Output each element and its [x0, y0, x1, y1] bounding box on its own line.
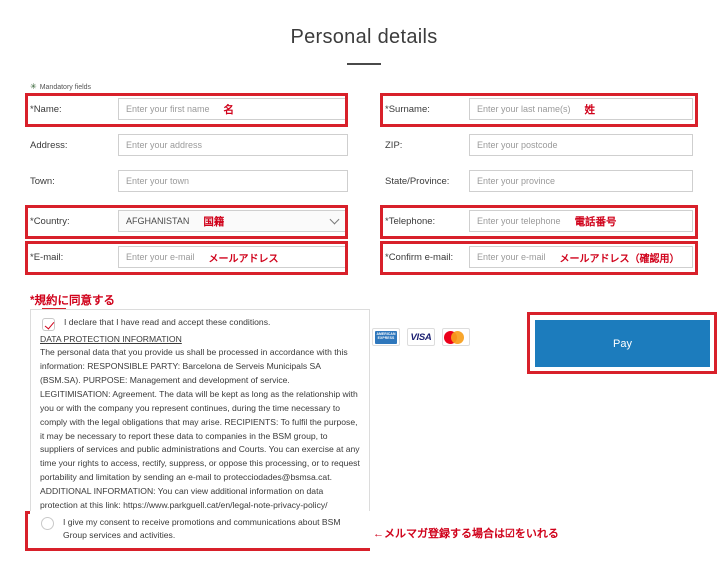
input-confirm-email[interactable]: Enter your e-mail メールアドレス（確認用） — [469, 246, 693, 268]
data-protection-body: The personal data that you provide us sh… — [40, 347, 360, 511]
mastercard-yellow-circle — [451, 331, 464, 344]
amex-card-icon: AMERICAN EXPRESS — [372, 328, 400, 346]
label-surname: *Surname: — [385, 103, 430, 115]
input-email[interactable]: Enter your e-mail メールアドレス — [118, 246, 348, 268]
page-title: Personal details — [290, 26, 438, 48]
field-row-address: Address: Enter your address — [30, 132, 348, 158]
field-row-zip: ZIP: Enter your postcode — [385, 132, 693, 158]
annotation-name: 名 — [223, 103, 235, 116]
title-divider — [347, 63, 381, 65]
field-row-town: Town: Enter your town — [30, 168, 348, 194]
pay-button[interactable]: Pay — [535, 320, 710, 367]
input-confirm-email-placeholder: Enter your e-mail — [477, 252, 546, 262]
mandatory-fields-label: Mandatory fields — [39, 83, 92, 91]
annotation-telephone: 電話番号 — [574, 215, 617, 228]
label-town: Town: — [30, 175, 55, 187]
label-telephone: *Telephone: — [385, 215, 436, 227]
accepted-cards: AMERICAN EXPRESS VISA — [372, 328, 470, 346]
label-confirm-email: *Confirm e-mail: — [385, 251, 454, 263]
label-state-province: State/Province: — [385, 175, 450, 187]
input-address-placeholder: Enter your address — [126, 140, 203, 150]
input-state-province[interactable]: Enter your province — [469, 170, 693, 192]
label-name: *Name: — [30, 103, 62, 115]
field-row-country: *Country: AFGHANISTAN 国籍 — [30, 208, 348, 234]
annotation-consent: ←メルマガ登録する場合は☑をいれる — [373, 528, 559, 540]
consent-checkbox[interactable] — [41, 517, 54, 530]
asterisk-icon: ✳ — [30, 82, 37, 91]
label-email: *E-mail: — [30, 251, 64, 263]
field-row-name: *Name: Enter your first name 名 — [30, 96, 348, 122]
input-name-placeholder: Enter your first name — [126, 104, 210, 114]
input-surname[interactable]: Enter your last name(s) 姓 — [469, 98, 693, 120]
annotation-country: 国籍 — [203, 215, 225, 228]
visa-label: VISA — [410, 331, 432, 343]
input-zip[interactable]: Enter your postcode — [469, 134, 693, 156]
chevron-down-icon — [329, 214, 340, 225]
input-email-placeholder: Enter your e-mail — [126, 252, 195, 262]
terms-panel: I declare that I have read and accept th… — [30, 309, 370, 521]
select-country[interactable]: AFGHANISTAN 国籍 — [118, 210, 348, 232]
annotation-confirm-email: メールアドレス（確認用） — [559, 253, 680, 265]
input-telephone-placeholder: Enter your telephone — [477, 216, 561, 226]
consent-panel: I give my consent to receive promotions … — [30, 511, 370, 548]
input-state-placeholder: Enter your province — [477, 176, 556, 186]
field-row-email: *E-mail: Enter your e-mail メールアドレス — [30, 244, 348, 270]
field-row-state: State/Province: Enter your province — [385, 168, 693, 194]
field-row-confirm-email: *Confirm e-mail: Enter your e-mail メールアド… — [385, 244, 693, 270]
declare-row[interactable]: I declare that I have read and accept th… — [40, 317, 360, 331]
field-row-surname: *Surname: Enter your last name(s) 姓 — [385, 96, 693, 122]
annotation-email: メールアドレス — [208, 253, 279, 265]
mandatory-fields-note: ✳ Mandatory fields — [30, 83, 91, 91]
input-zip-placeholder: Enter your postcode — [477, 140, 558, 150]
mastercard-card-icon — [442, 328, 470, 346]
annotation-surname: 姓 — [584, 103, 596, 116]
field-row-telephone: *Telephone: Enter your telephone 電話番号 — [385, 208, 693, 234]
input-telephone[interactable]: Enter your telephone 電話番号 — [469, 210, 693, 232]
label-zip: ZIP: — [385, 139, 403, 151]
select-country-value: AFGHANISTAN — [126, 216, 190, 226]
input-surname-placeholder: Enter your last name(s) — [477, 104, 571, 114]
label-address: Address: — [30, 139, 68, 151]
declare-label: I declare that I have read and accept th… — [64, 317, 271, 327]
input-town[interactable]: Enter your town — [118, 170, 348, 192]
consent-label: I give my consent to receive promotions … — [63, 517, 341, 541]
data-protection-title: DATA PROTECTION INFORMATION — [40, 334, 182, 344]
input-name[interactable]: Enter your first name 名 — [118, 98, 348, 120]
label-country: *Country: — [30, 215, 70, 227]
input-town-placeholder: Enter your town — [126, 176, 190, 186]
terms-heading: *規約に同意する — [30, 295, 115, 307]
visa-card-icon: VISA — [407, 328, 435, 346]
input-address[interactable]: Enter your address — [118, 134, 348, 156]
consent-row[interactable]: I give my consent to receive promotions … — [39, 516, 361, 543]
declare-checkbox[interactable] — [42, 318, 55, 331]
